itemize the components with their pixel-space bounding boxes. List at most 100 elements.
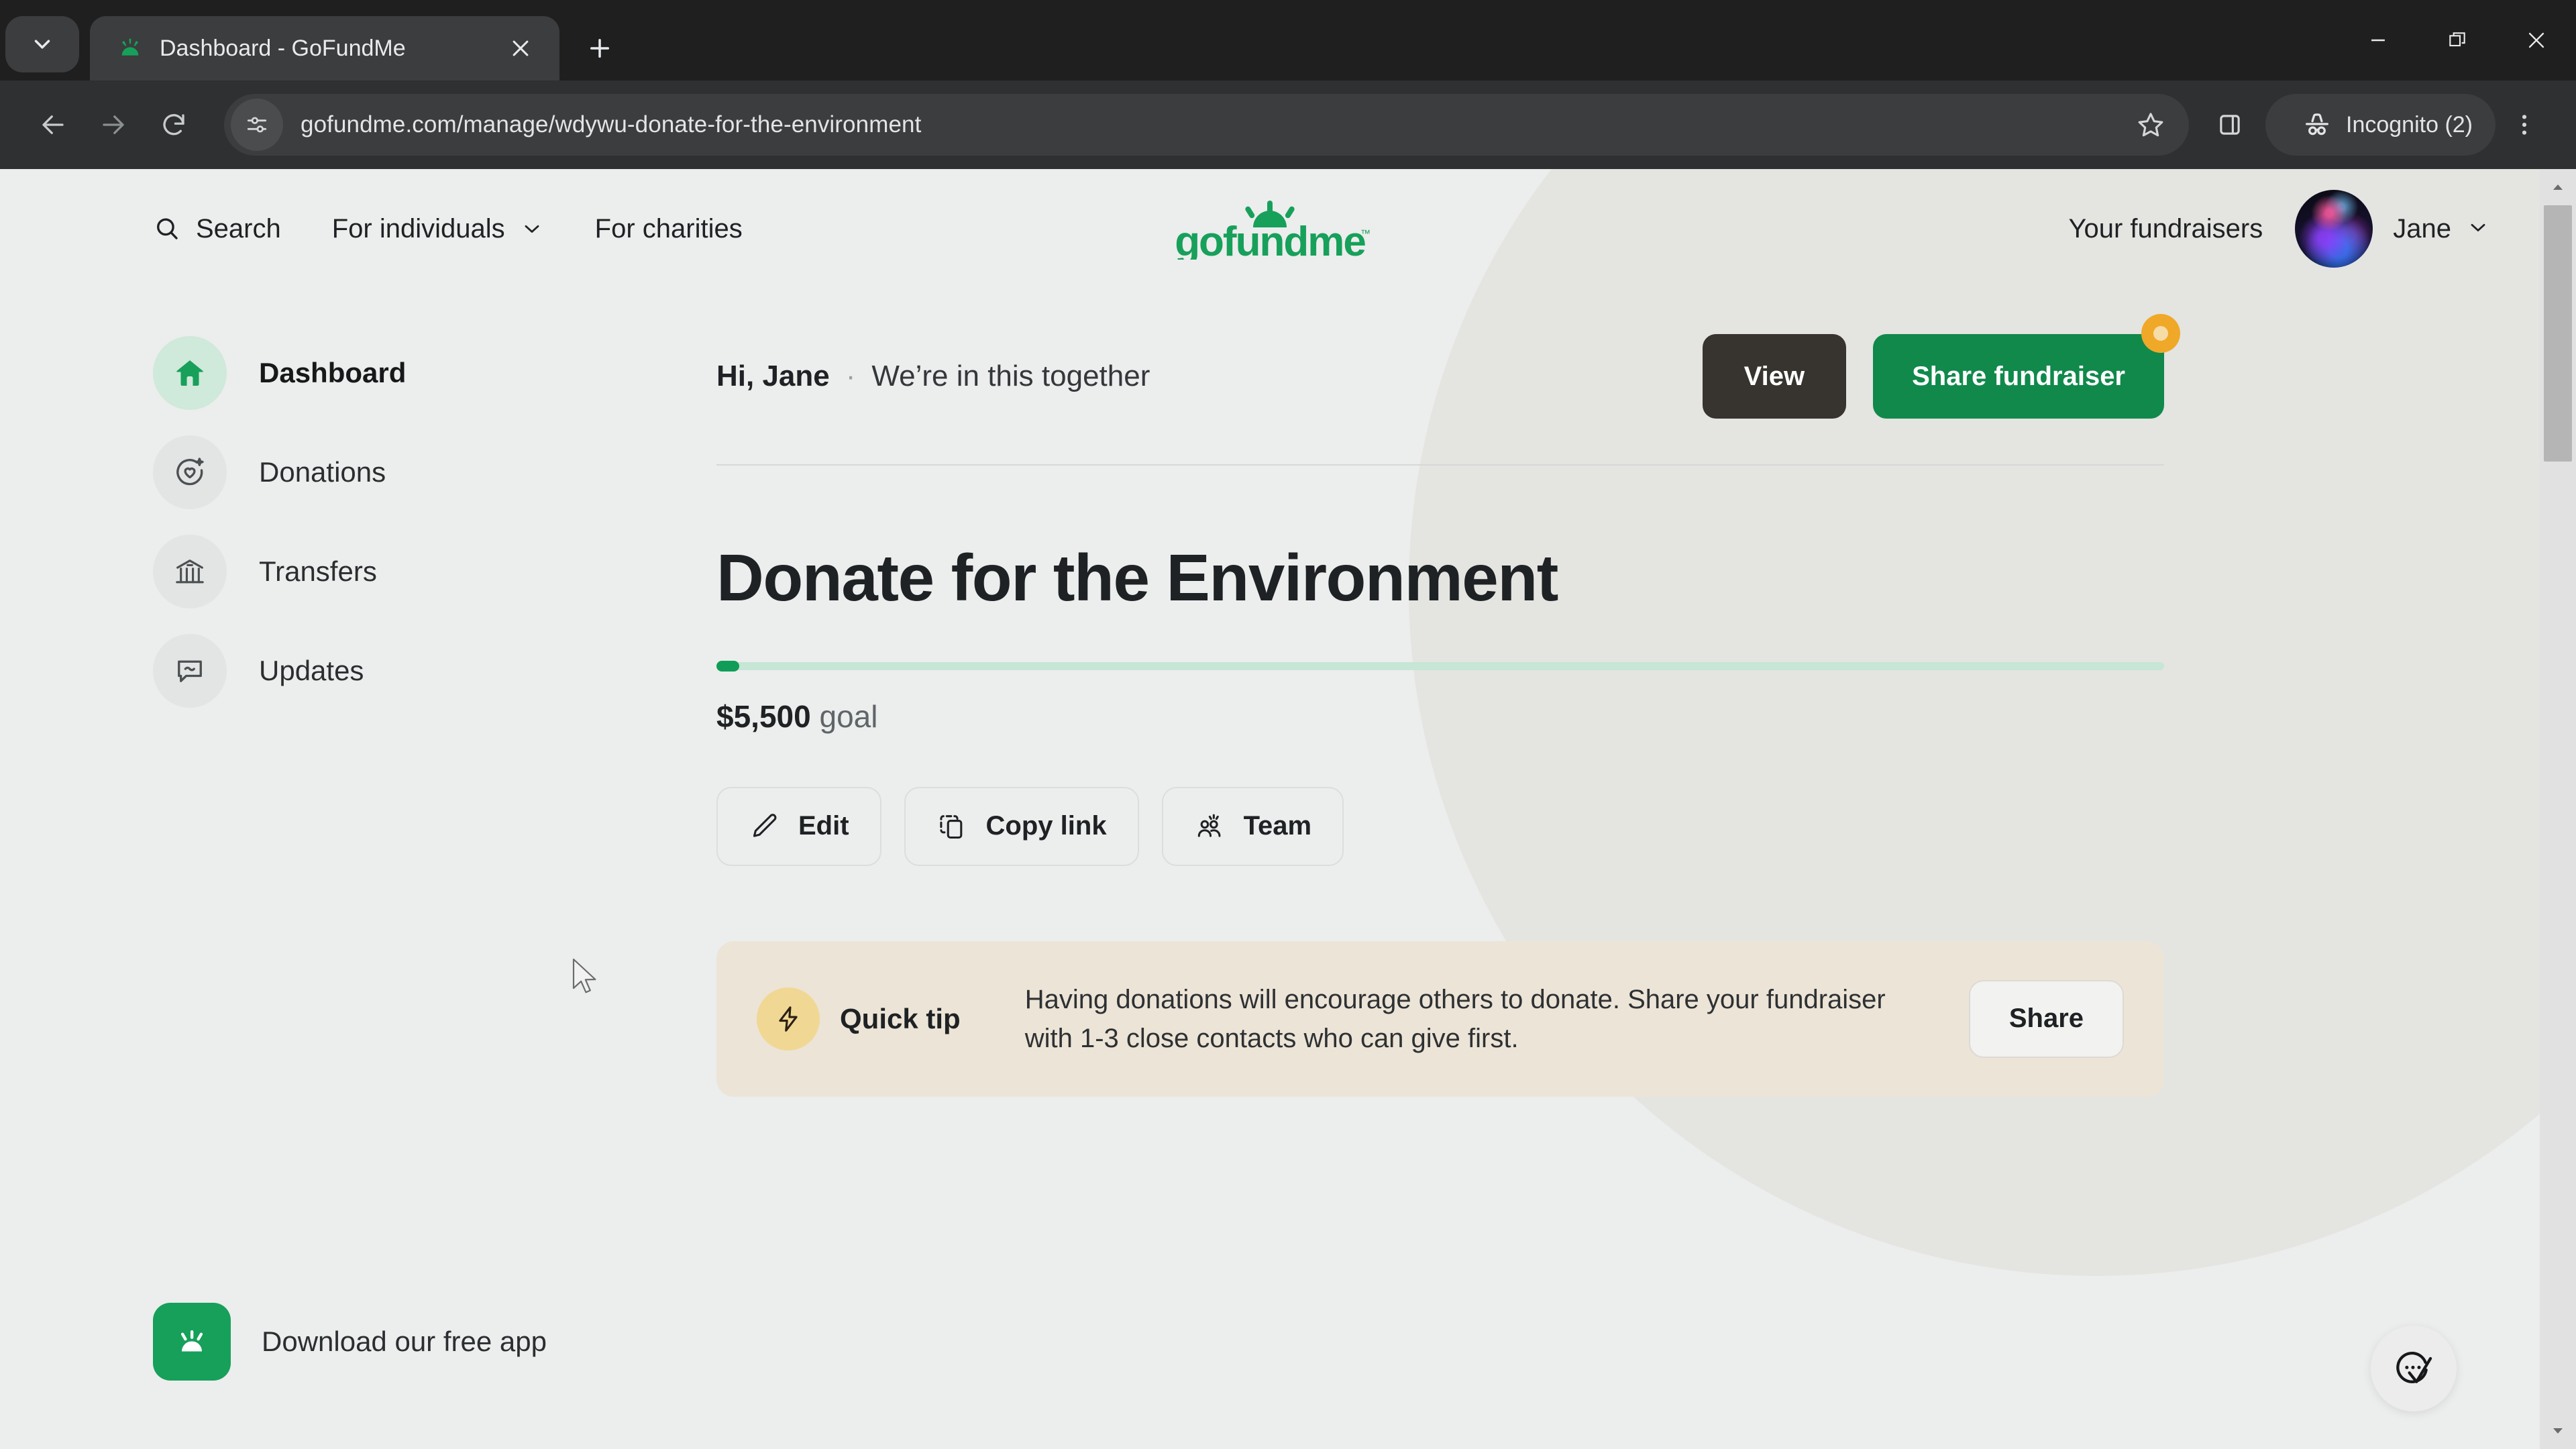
- minimize-button[interactable]: [2339, 0, 2418, 80]
- sidebar-item-label: Transfers: [259, 555, 377, 587]
- reload-button[interactable]: [144, 95, 204, 155]
- dashboard-sidebar: Dashboard Donations Transfers Updates: [153, 288, 716, 1097]
- download-app-label: Download our free app: [262, 1326, 547, 1357]
- bookmark-button[interactable]: [2122, 96, 2180, 154]
- window-controls: [2339, 0, 2576, 80]
- sidebar-item-donations[interactable]: Donations: [153, 423, 716, 522]
- scrollbar-thumb[interactable]: [2544, 205, 2572, 462]
- edit-button[interactable]: Edit: [716, 786, 881, 866]
- back-arrow-icon: [42, 115, 64, 134]
- team-label: Team: [1243, 811, 1312, 841]
- close-icon[interactable]: [502, 30, 539, 67]
- gofundme-logo[interactable]: gofundme ™: [1159, 198, 1381, 260]
- restore-icon: [2449, 32, 2465, 47]
- page-title: Donate for the Environment: [716, 541, 1558, 614]
- sidebar-item-label: Donations: [259, 456, 386, 488]
- address-bar[interactable]: gofundme.com/manage/wdywu-donate-for-the…: [224, 94, 2189, 156]
- site-info-button[interactable]: [231, 99, 283, 151]
- nav-for-individuals[interactable]: For individuals: [332, 214, 544, 244]
- forward-button[interactable]: [83, 95, 144, 155]
- quick-tip-badge: Quick tip: [757, 987, 961, 1051]
- greeting-subtitle: We’re in this together: [871, 360, 1150, 392]
- close-icon: [2528, 32, 2544, 48]
- new-tab-button[interactable]: [574, 23, 625, 74]
- tab-search-button[interactable]: [5, 16, 79, 72]
- progress-track: [716, 661, 2164, 670]
- home-icon: [153, 336, 227, 410]
- sidebar-item-dashboard[interactable]: Dashboard: [153, 323, 716, 423]
- goal-suffix: goal: [819, 698, 878, 734]
- back-button[interactable]: [23, 95, 83, 155]
- site-header: Search For individuals For charities gof…: [0, 169, 2540, 288]
- svg-text:gofundme: gofundme: [1175, 219, 1365, 260]
- team-button[interactable]: Team: [1161, 786, 1344, 866]
- dashboard-main: Hi, Jane · We’re in this together View S…: [716, 288, 2540, 1097]
- nav-for-individuals-label: For individuals: [331, 213, 505, 244]
- chevron-down-icon: [525, 225, 539, 233]
- campaign-section: Donate for the Environment $5,500 goal E…: [716, 466, 2164, 1097]
- notification-dot: [2141, 314, 2180, 353]
- sidebar-item-label: Dashboard: [259, 357, 407, 388]
- lightning-bolt-icon: [757, 987, 820, 1051]
- dashboard-body: Dashboard Donations Transfers Updates Hi…: [0, 288, 2540, 1097]
- profile-button[interactable]: Incognito (2): [2265, 94, 2496, 156]
- browser-menu-button[interactable]: [2496, 96, 2553, 154]
- gofundme-app-icon: [153, 1303, 231, 1381]
- user-menu-button[interactable]: [2466, 215, 2490, 243]
- quick-tip-card: Quick tip Having donations will encourag…: [716, 941, 2164, 1097]
- close-window-button[interactable]: [2497, 0, 2576, 80]
- speech-bubble-icon: [153, 634, 227, 708]
- plus-icon: [590, 39, 609, 58]
- gofundme-sunrise-logo: gofundme ™: [1175, 201, 1371, 260]
- tune-settings-icon: [247, 117, 267, 133]
- sidebar-item-updates[interactable]: Updates: [153, 621, 716, 720]
- scrollbar-track[interactable]: [2540, 205, 2576, 1413]
- username-label: Jane: [2393, 213, 2451, 244]
- goal-amount: $5,500: [716, 698, 811, 734]
- copy-link-button[interactable]: Copy link: [904, 786, 1139, 866]
- view-button[interactable]: View: [1702, 334, 1847, 419]
- header-actions: View Share fundraiser: [1702, 314, 2180, 419]
- tab-title: Dashboard - GoFundMe: [160, 35, 406, 61]
- greeting-separator: ·: [845, 360, 856, 392]
- share-fundraiser-button[interactable]: Share fundraiser: [1873, 314, 2180, 419]
- side-panel-button[interactable]: [2201, 96, 2259, 154]
- greeting-name: Hi, Jane: [716, 360, 830, 392]
- avatar[interactable]: [2295, 190, 2373, 268]
- caret-down-icon: [2553, 1428, 2563, 1434]
- goal-line: $5,500 goal: [716, 698, 2164, 735]
- three-dots-vertical-icon: [2522, 115, 2527, 135]
- scroll-up-button[interactable]: [2540, 169, 2576, 205]
- tab-strip: Dashboard - GoFundMe: [0, 0, 2576, 80]
- download-app-link[interactable]: Download our free app: [153, 1303, 547, 1381]
- url-text: gofundme.com/manage/wdywu-donate-for-the…: [301, 111, 922, 138]
- forward-arrow-icon: [103, 115, 124, 134]
- nav-search[interactable]: Search: [153, 214, 281, 244]
- star-icon: [2138, 113, 2163, 137]
- browser-window: Dashboard - GoFundMe gofundme.com/manage…: [0, 0, 2576, 1449]
- quick-tip-text: Having donations will encourage others t…: [1024, 984, 1886, 1053]
- chat-check-icon: [2396, 1352, 2432, 1383]
- profile-label: Incognito (2): [2346, 111, 2473, 138]
- gofundme-flame-icon: [115, 34, 145, 63]
- scroll-down-button[interactable]: [2540, 1413, 2576, 1449]
- maximize-button[interactable]: [2418, 0, 2497, 80]
- nav-for-charities[interactable]: For charities: [595, 214, 743, 244]
- nav-for-charities-label: For charities: [594, 213, 743, 244]
- primary-nav: Search For individuals For charities: [153, 214, 743, 244]
- svg-text:™: ™: [1360, 228, 1371, 239]
- chevron-down-icon: [34, 40, 50, 49]
- quick-tip-share-button[interactable]: Share: [1968, 979, 2124, 1058]
- quick-tip-label: Quick tip: [840, 1002, 961, 1034]
- your-fundraisers-link[interactable]: Your fundraisers: [2068, 214, 2263, 244]
- greeting-row: Hi, Jane · We’re in this together View S…: [716, 314, 2180, 433]
- sidebar-item-transfers[interactable]: Transfers: [153, 522, 716, 621]
- support-chat-button[interactable]: [2371, 1326, 2457, 1411]
- progress-fill: [716, 660, 739, 672]
- page-viewport: Search For individuals For charities gof…: [0, 169, 2576, 1449]
- share-fundraiser-label: Share fundraiser: [1912, 361, 2125, 391]
- browser-tab[interactable]: Dashboard - GoFundMe: [90, 16, 559, 80]
- incognito-hat-icon: [2302, 109, 2332, 140]
- header-user-area: Your fundraisers Jane: [2068, 190, 2490, 268]
- page-scrollbar[interactable]: [2540, 169, 2576, 1449]
